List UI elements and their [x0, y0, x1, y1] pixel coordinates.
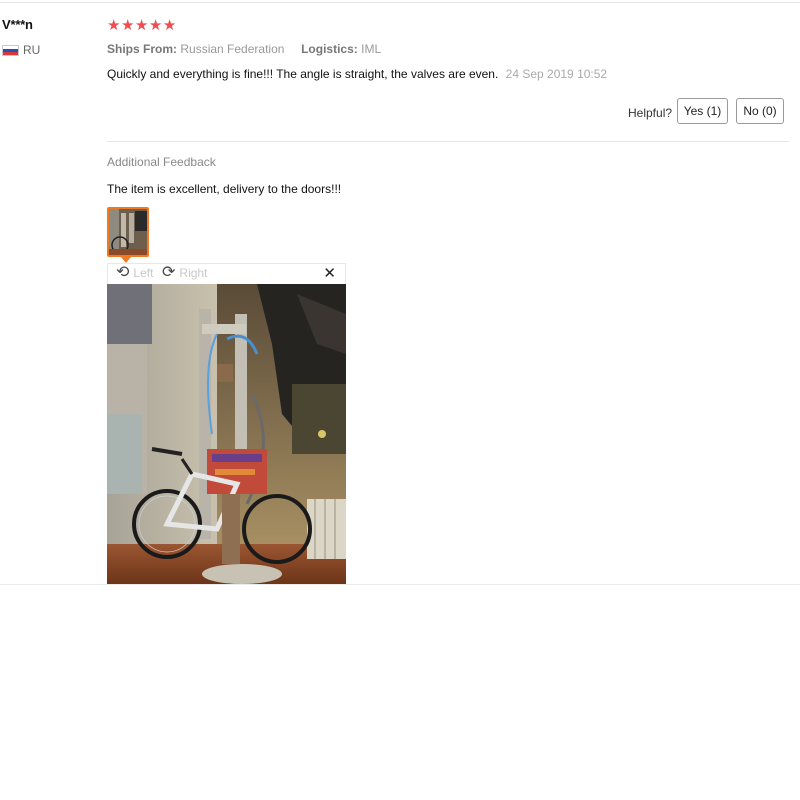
- review-text: Quickly and everything is fine!!! The an…: [107, 67, 499, 81]
- star-icon: ★: [162, 17, 177, 34]
- bottom-divider: [0, 584, 800, 585]
- helpful-label: Helpful?: [628, 106, 673, 120]
- ships-from-label: Ships From:: [107, 42, 178, 56]
- top-divider: [0, 2, 800, 3]
- rotate-right-icon: ⟳: [162, 264, 176, 281]
- review-date: 24 Sep 2019 10:52: [505, 67, 608, 81]
- star-icon: ★: [107, 17, 121, 34]
- logistics-label: Logistics:: [301, 42, 358, 56]
- rotate-right-button[interactable]: ⟳ Right: [162, 265, 207, 281]
- section-divider: [107, 141, 789, 142]
- star-icon: ★: [120, 17, 135, 34]
- shipping-info: Ships From: Russian Federation Logistics…: [107, 42, 381, 56]
- image-viewer-toolbar: ⟲ Left ⟳ Right ✕: [107, 263, 346, 284]
- review-body: Quickly and everything is fine!!! The an…: [107, 67, 607, 81]
- ships-from-value: Russian Federation: [180, 42, 285, 56]
- logistics-value: IML: [361, 42, 382, 56]
- reviewer-name: V***n: [2, 17, 33, 32]
- rotate-left-label: Left: [133, 266, 154, 280]
- rotate-left-icon: ⟲: [116, 264, 130, 281]
- star-icon: ★: [148, 17, 163, 34]
- reviewer-country: RU: [23, 43, 41, 57]
- star-rating: ★★★★★: [107, 16, 177, 34]
- rotate-right-label: Right: [179, 266, 208, 280]
- close-icon[interactable]: ✕: [323, 265, 336, 283]
- helpful-no-button[interactable]: No (0): [736, 98, 784, 124]
- review-photo-thumbnail[interactable]: [107, 207, 149, 257]
- rotate-left-button[interactable]: ⟲ Left: [116, 265, 153, 281]
- review-photo-large: [107, 284, 346, 585]
- additional-feedback-text: The item is excellent, delivery to the d…: [107, 182, 342, 196]
- helpful-yes-button[interactable]: Yes (1): [677, 98, 728, 124]
- russia-flag-icon: [2, 45, 19, 56]
- additional-feedback-heading: Additional Feedback: [107, 155, 216, 169]
- star-icon: ★: [134, 17, 149, 34]
